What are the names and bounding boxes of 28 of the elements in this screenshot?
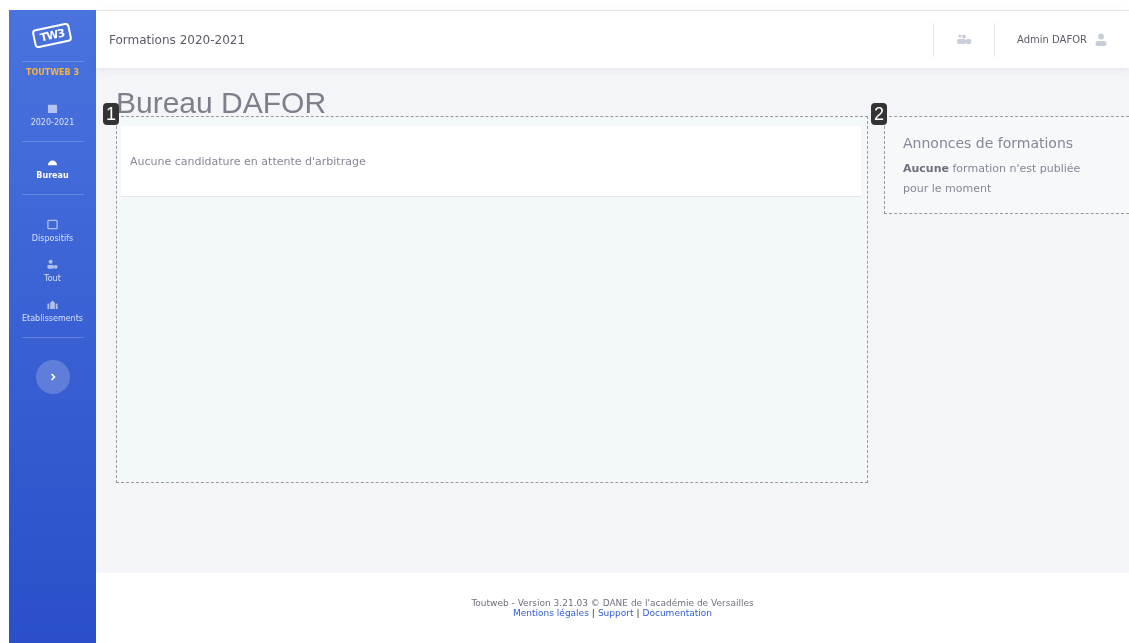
list-icon: [47, 219, 58, 230]
sidebar-item[interactable]: Dispositifs: [9, 211, 96, 251]
page-title: Bureau DAFOR: [116, 86, 327, 120]
users-icon: [47, 259, 58, 270]
separator-text: |: [636, 608, 640, 618]
footer-link[interactable]: Support: [597, 608, 634, 618]
user-icon: [1095, 33, 1107, 46]
empty-message: Aucune formation n'est publiée pour le moment: [903, 161, 1082, 197]
footer-link[interactable]: Documentation: [642, 608, 712, 618]
users-gear-icon: [956, 34, 972, 45]
zone-title: Annonces de formations: [903, 135, 1075, 151]
sidebar-item[interactable]: 2020-2021: [9, 95, 96, 135]
header-title: Formations 2020-2021: [109, 32, 247, 47]
zone-number: 1: [103, 103, 119, 125]
user-menu-button[interactable]: Admin DAFOR: [995, 33, 1129, 46]
sidebar-item[interactable]: Tout: [9, 251, 96, 291]
logo: TW3: [31, 22, 74, 49]
empty-message: Aucune candidature en attente d'arbitrage: [130, 154, 366, 168]
footer-link[interactable]: Mentions légales: [513, 608, 589, 618]
separator-text: |: [591, 608, 595, 618]
building-icon: [47, 299, 58, 310]
chevron-right-icon: [48, 373, 57, 381]
sidebar-item[interactable]: Bureau: [9, 148, 96, 188]
expand-button[interactable]: [35, 360, 70, 394]
zone-number: 2: [871, 103, 887, 125]
footer-text: Toutweb - Version 3.21.03 © DANE de l'académie de Versailles: [471, 598, 754, 608]
brand-text: TOUTWEB 3: [26, 68, 79, 77]
sidebar-item[interactable]: Etablissements: [9, 291, 96, 331]
